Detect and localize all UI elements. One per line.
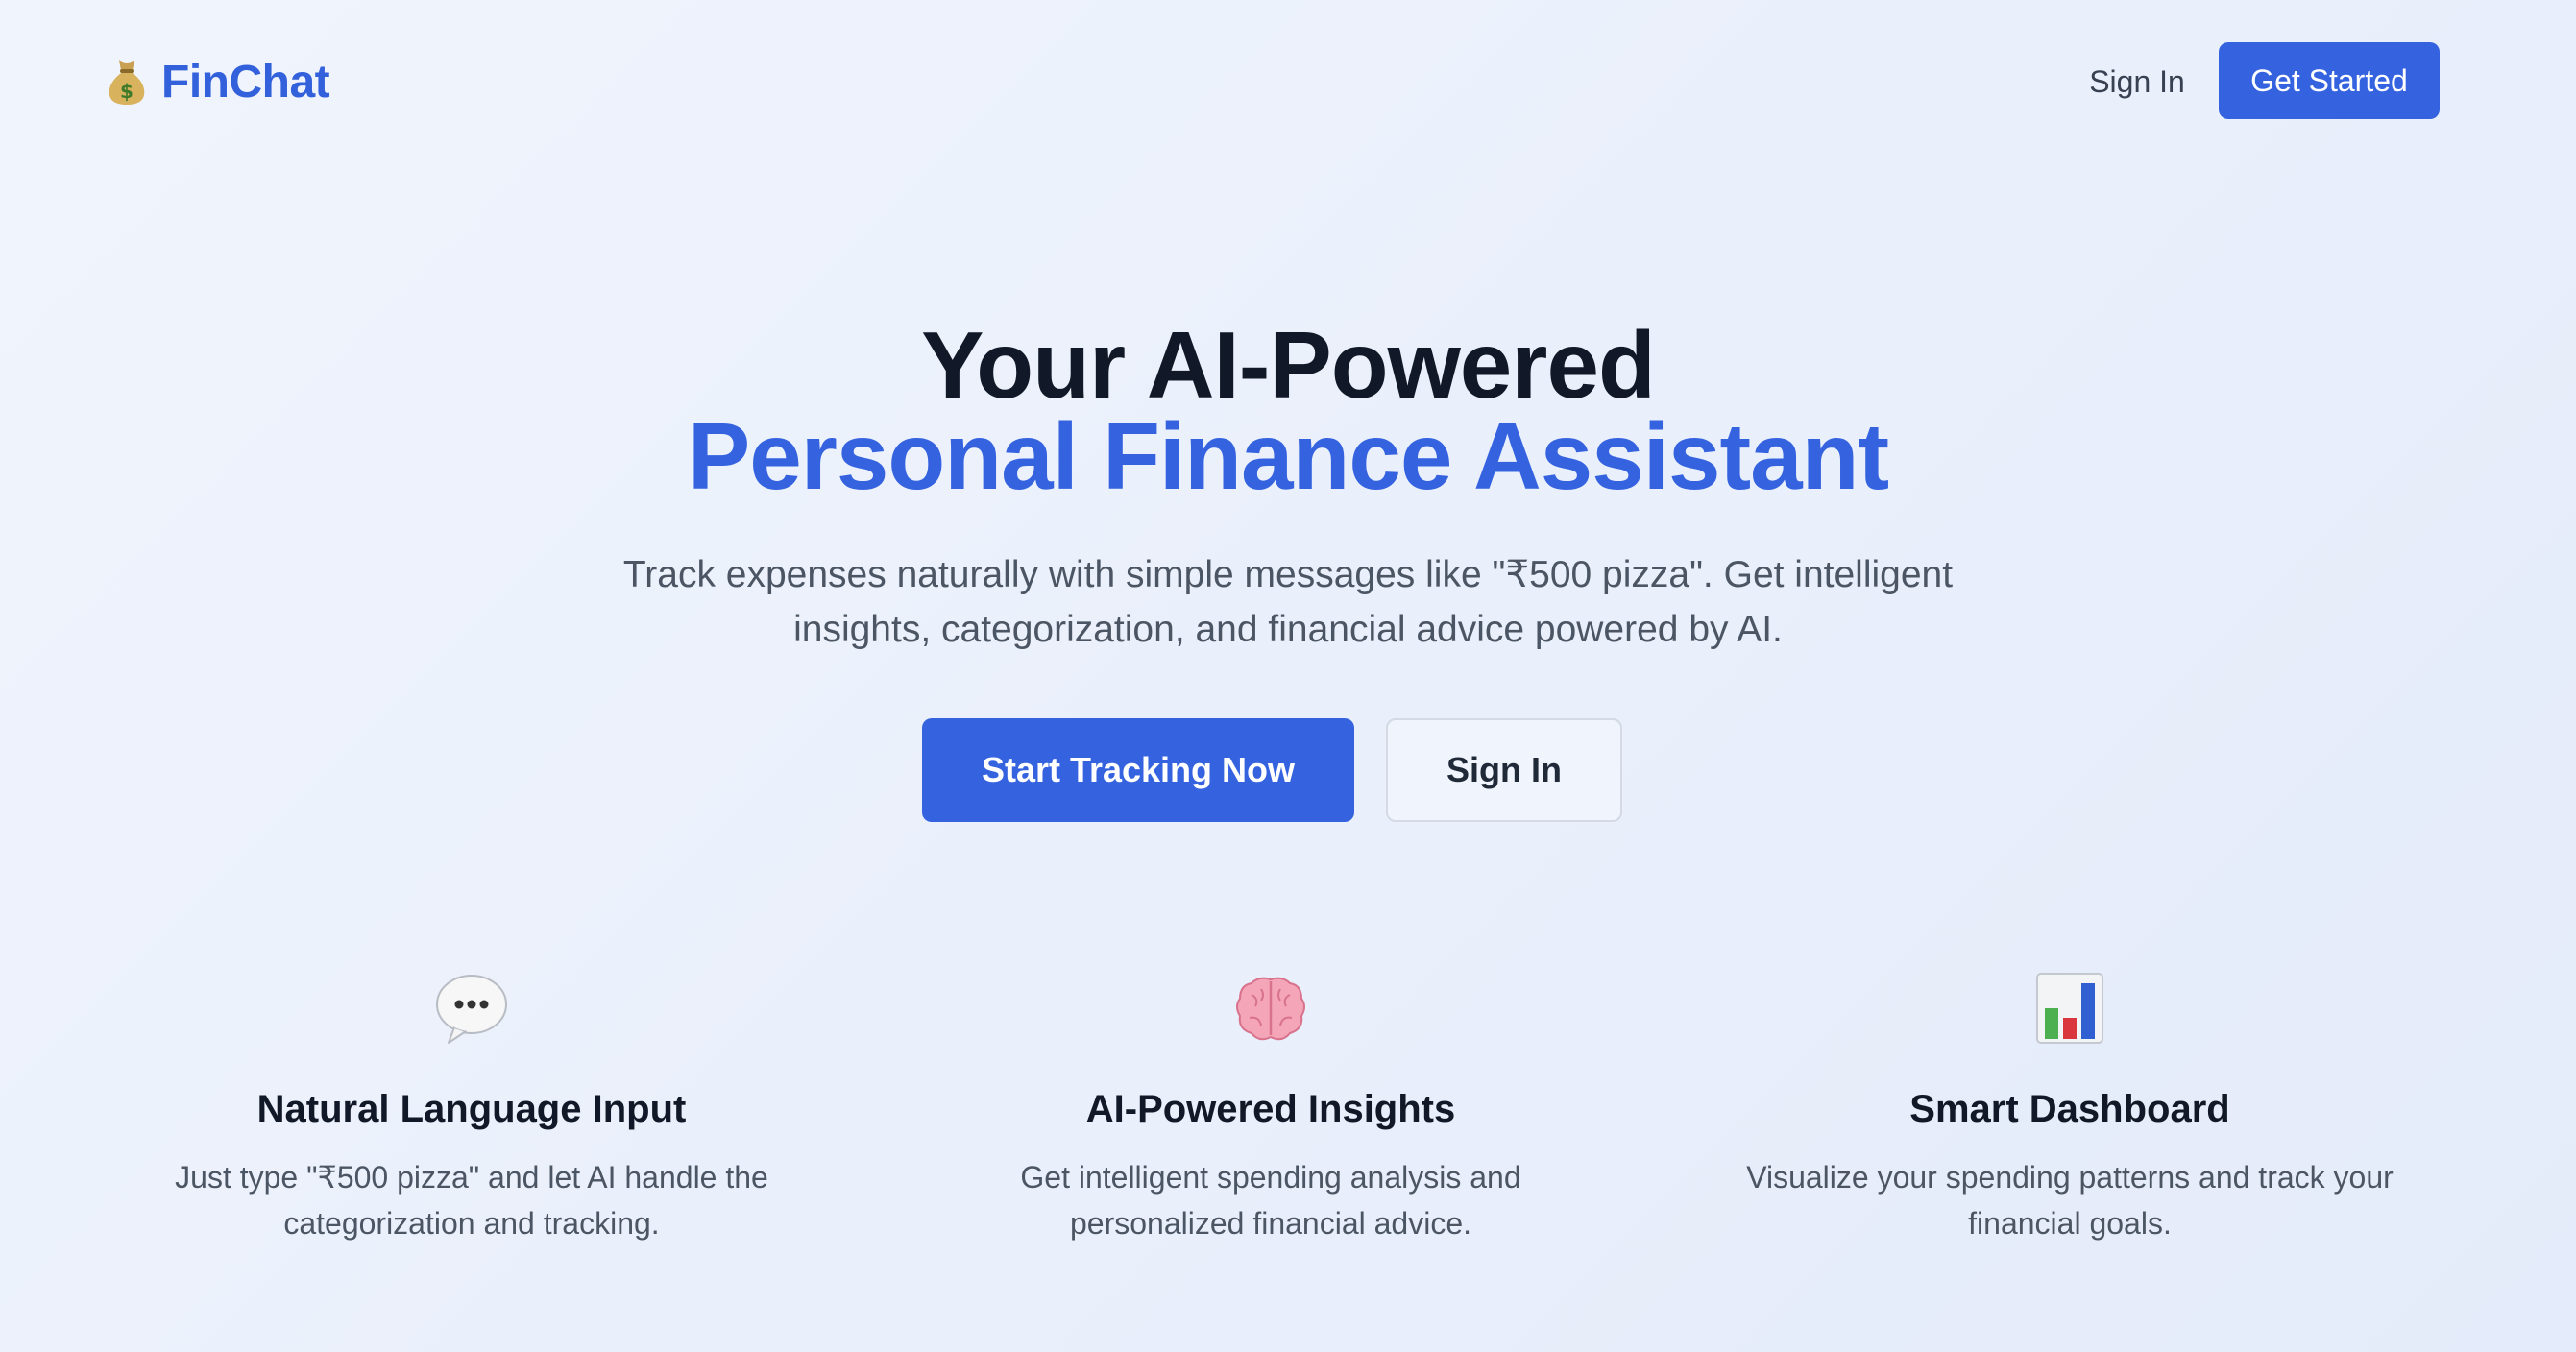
feature-card-ai-insights: AI-Powered Insights Get intelligent spen… [906, 970, 1636, 1246]
nav-get-started-button[interactable]: Get Started [2219, 42, 2440, 119]
feature-card-smart-dashboard: Smart Dashboard Visualize your spending … [1705, 970, 2435, 1246]
hero-title-line2: Personal Finance Assistant [687, 403, 1889, 509]
site-header: $ FinChat Sign In Get Started [0, 0, 2576, 163]
feature-description: Just type "₹500 pizza" and let AI handle… [175, 1160, 768, 1241]
feature-card-natural-language: Natural Language Input Just type "₹500 p… [107, 970, 837, 1246]
bar-chart-icon [2031, 970, 2108, 1047]
brand-logo[interactable]: $ FinChat [106, 48, 330, 115]
money-bag-icon: $ [106, 57, 148, 107]
brand-name: FinChat [161, 56, 330, 108]
brain-icon [1232, 970, 1309, 1047]
hero-sign-in-button[interactable]: Sign In [1386, 718, 1622, 822]
feature-description: Visualize your spending patterns and tra… [1746, 1160, 2394, 1241]
feature-title: Smart Dashboard [1909, 1088, 2230, 1130]
speech-bubble-icon [433, 970, 510, 1047]
feature-title: AI-Powered Insights [1085, 1088, 1456, 1130]
feature-description: Get intelligent spending analysis and pe… [1020, 1160, 1521, 1241]
feature-title: Natural Language Input [256, 1088, 687, 1130]
hero-title-line1: Your AI-Powered [921, 312, 1656, 418]
svg-text:$: $ [120, 80, 134, 103]
nav-sign-in-button[interactable]: Sign In [2075, 50, 2199, 113]
start-tracking-button[interactable]: Start Tracking Now [922, 718, 1354, 822]
hero-subtitle: Track expenses naturally with simple mes… [622, 554, 1954, 650]
